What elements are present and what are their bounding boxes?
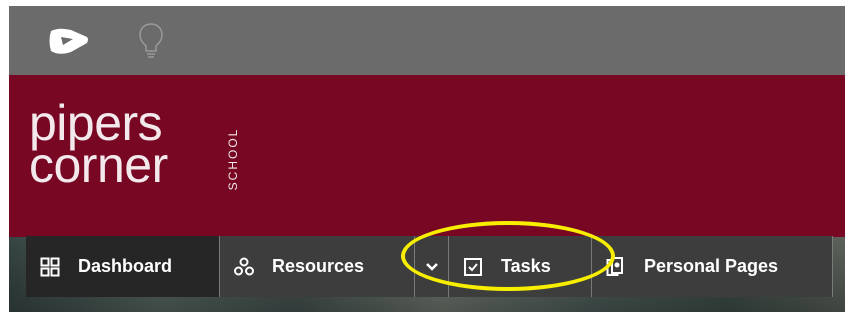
resources-dropdown-toggle[interactable]	[414, 236, 448, 297]
brand-line-corner: corner	[29, 137, 168, 193]
nav-item-tasks[interactable]: Tasks	[449, 236, 592, 297]
nav-label-dashboard: Dashboard	[78, 256, 173, 276]
brand-school-label: SCHOOL	[226, 127, 240, 191]
nav-item-resources[interactable]: Resources	[220, 236, 449, 297]
site-header: pipers corner SCHOOL	[9, 75, 845, 237]
resources-icon	[234, 257, 254, 275]
top-bar	[9, 6, 845, 75]
main-nav: Dashboard Resources Tasks Personal Pages	[26, 236, 833, 297]
nav-label-personal-pages: Personal Pages	[644, 256, 779, 276]
nav-label-tasks: Tasks	[501, 256, 551, 276]
personal-pages-icon	[606, 256, 623, 276]
school-logo-icon[interactable]	[49, 27, 89, 55]
nav-item-dashboard[interactable]: Dashboard	[26, 236, 220, 297]
checkbox-icon	[464, 257, 482, 276]
nav-label-resources: Resources	[272, 256, 365, 276]
brand-school-wrapper: SCHOOL	[225, 114, 240, 206]
chevron-down-icon	[425, 262, 438, 271]
grid-icon	[40, 257, 60, 276]
school-brand-logo[interactable]: pipers corner SCHOOL	[29, 98, 240, 193]
nav-item-personal-pages[interactable]: Personal Pages	[592, 236, 833, 297]
lightbulb-icon[interactable]	[138, 21, 164, 61]
page: pipers corner SCHOOL Dashboard Resources…	[9, 6, 845, 312]
